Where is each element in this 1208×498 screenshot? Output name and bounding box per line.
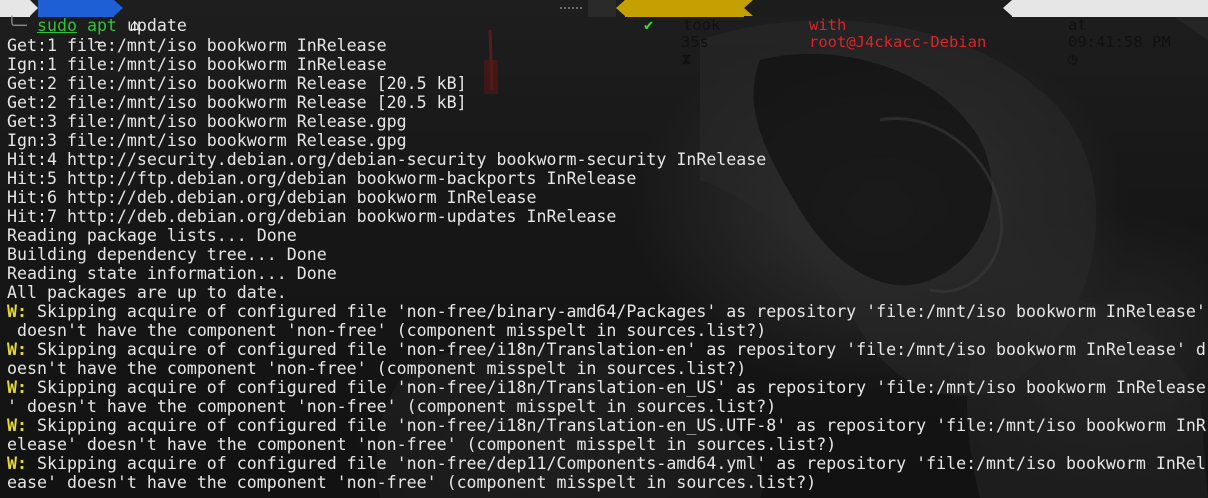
warning-message: Skipping acquire of configured file 'non… <box>26 340 1206 359</box>
output-line: Get:2 file:/mnt/iso bookworm Release [20… <box>7 93 467 112</box>
with-label: with <box>809 16 847 34</box>
warning-tag: W: <box>7 454 27 473</box>
warning-line: W: Skipping acquire of configured file '… <box>7 378 1208 397</box>
user-host-segment: with root@J4ckacc-Debian <box>753 0 1003 51</box>
warning-line: W: Skipping acquire of configured file '… <box>7 302 1208 321</box>
warning-line-continuation: elease' doesn't have the component 'non-… <box>7 435 837 454</box>
output-line: Reading package lists... Done <box>7 226 297 245</box>
output-line: Ign:1 file:/mnt/iso bookworm InRelease <box>7 55 387 74</box>
took-label: took <box>683 16 721 34</box>
warning-message: Skipping acquire of configured file 'non… <box>26 302 1206 321</box>
warning-line-continuation: oesn't have the component 'non-free' (co… <box>7 359 747 378</box>
command-output[interactable]: Get:1 file:/mnt/iso bookworm InRelease Ig… <box>7 36 1208 492</box>
status-segment: ✔ <box>588 0 653 34</box>
segment-separator <box>744 0 753 16</box>
warning-message: Skipping acquire of configured file 'non… <box>26 416 1206 435</box>
segment-separator <box>114 0 123 16</box>
warning-line-continuation: ' doesn't have the component 'non-free' … <box>7 397 777 416</box>
output-line: Get:3 file:/mnt/iso bookworm Release.gpg <box>7 112 407 131</box>
warning-tag: W: <box>7 302 27 321</box>
warning-message: Skipping acquire of configured file 'non… <box>26 378 1206 397</box>
warning-line: W: Skipping acquire of configured file '… <box>7 454 1208 473</box>
os-segment: @ <box>0 0 65 34</box>
output-line: Building dependency tree... Done <box>7 245 327 264</box>
output-line: Get:1 file:/mnt/iso bookworm InRelease <box>7 36 387 55</box>
warning-tag: W: <box>7 378 27 397</box>
warning-message: Skipping acquire of configured file 'non… <box>26 454 1206 473</box>
segment-separator <box>30 0 38 16</box>
output-line: Hit:4 http://security.debian.org/debian-… <box>7 150 767 169</box>
output-line: Hit:6 http://deb.debian.org/debian bookw… <box>7 188 537 207</box>
warning-tag: W: <box>7 416 27 435</box>
output-line: Reading state information... Done <box>7 264 337 283</box>
output-line: Hit:7 http://deb.debian.org/debian bookw… <box>7 207 617 226</box>
segment-separator <box>1003 0 1012 16</box>
output-line: Hit:5 http://ftp.debian.org/debian bookw… <box>7 169 637 188</box>
directory-segment: ⌂ ~ <box>38 0 139 51</box>
duration-segment: took 35s ⧗ <box>625 0 744 68</box>
segment-separator <box>616 0 625 16</box>
time-segment: at 09:41:58 PM ◷ <box>1012 0 1208 68</box>
warning-tag: W: <box>7 340 27 359</box>
warning-line: W: Skipping acquire of configured file '… <box>7 416 1208 435</box>
at-label: at <box>1068 16 1087 34</box>
prompt-bar: @ ⌂ ~ ✔ took 35s ⧗ with root@J4ckacc-Deb… <box>0 0 1208 68</box>
command-line[interactable]: ╰─ sudo apt update <box>7 16 187 35</box>
command-argument: update <box>126 16 187 35</box>
command-sudo: sudo <box>36 16 77 35</box>
output-line: Get:2 file:/mnt/iso bookworm Release [20… <box>7 74 467 93</box>
warning-line-continuation: ease' doesn't have the component 'non-fr… <box>7 473 817 492</box>
output-line: Ign:3 file:/mnt/iso bookworm Release.gpg <box>7 131 407 150</box>
warning-line: W: Skipping acquire of configured file '… <box>7 340 1208 359</box>
terminal-window[interactable]: @ ⌂ ~ ✔ took 35s ⧗ with root@J4ckacc-Deb… <box>0 0 1208 498</box>
warning-line-continuation: doesn't have the component 'non-free' (c… <box>7 321 767 340</box>
command-program: apt <box>86 16 117 35</box>
output-line: All packages are up to date. <box>7 283 287 302</box>
prompt-filler-dots <box>560 7 582 11</box>
prompt-corner: ╰─ <box>7 16 27 35</box>
